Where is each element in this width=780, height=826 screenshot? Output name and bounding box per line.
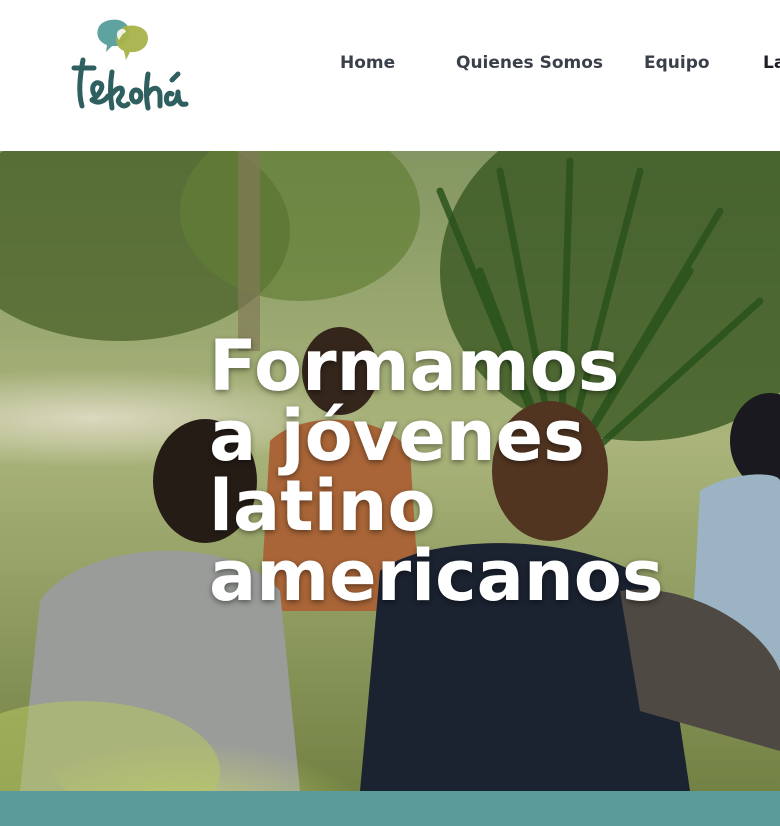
main-nav: Home Quienes Somos Equipo La [0, 53, 780, 79]
nav-quienes-somos-link[interactable]: Quienes Somos [456, 53, 603, 73]
nav-equipo-link[interactable]: Equipo [644, 53, 710, 73]
nav-la-link[interactable]: La [763, 53, 780, 73]
site-header: Home Quienes Somos Equipo La [0, 0, 780, 151]
headline-line-4: americanos [209, 535, 664, 617]
headline-line-1: Formamos [209, 325, 620, 407]
headline-line-2: a jóvenes [209, 395, 585, 477]
hero-banner: Formamos a jóvenes latino americanos [0, 151, 780, 791]
hero-headline: Formamos a jóvenes latino americanos [209, 331, 664, 611]
teal-section-band [0, 791, 780, 826]
nav-home-link[interactable]: Home [340, 53, 395, 73]
headline-line-3: latino [209, 465, 436, 547]
